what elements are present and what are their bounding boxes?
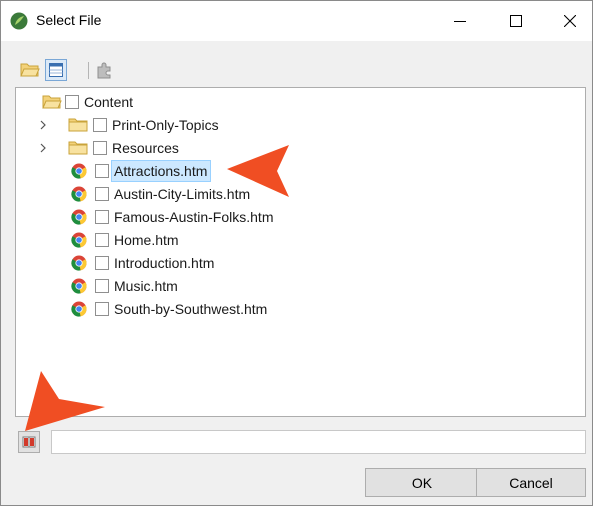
checkbox[interactable]	[93, 141, 107, 155]
tree-item-label: South-by-Southwest.htm	[114, 301, 268, 317]
tree-item-label: Content	[84, 94, 134, 110]
tree-item-label: Music.htm	[114, 278, 178, 294]
tree-item-label: Print-Only-Topics	[112, 117, 219, 133]
minimize-button[interactable]	[437, 1, 483, 41]
checkbox[interactable]	[65, 95, 79, 109]
table-view-icon	[49, 63, 63, 77]
chrome-icon	[71, 186, 87, 202]
checkbox[interactable]	[93, 118, 107, 132]
chrome-icon	[71, 209, 87, 225]
book-icon	[22, 436, 36, 448]
ok-button[interactable]: OK	[365, 468, 479, 497]
maximize-icon	[510, 15, 522, 27]
open-folder-icon	[20, 63, 40, 77]
tree-folder-print-only-topics[interactable]: Print-Only-Topics	[68, 114, 223, 136]
path-bar	[15, 429, 586, 455]
checkbox[interactable]	[95, 302, 109, 316]
tree-file-famous-austin-folks[interactable]: Famous-Austin-Folks.htm	[71, 206, 277, 228]
checkbox[interactable]	[95, 187, 109, 201]
folder-icon	[68, 141, 88, 155]
select-file-dialog: Select File Content Print-Only-Topics Re…	[0, 0, 593, 506]
tree-root-content[interactable]: Content	[42, 91, 137, 113]
book-button[interactable]	[18, 431, 40, 453]
tree-item-label: Home.htm	[114, 232, 179, 248]
title-bar: Select File	[1, 1, 592, 41]
file-tree[interactable]: Content Print-Only-Topics Resources Attr…	[15, 87, 586, 417]
checkbox[interactable]	[95, 256, 109, 270]
checkbox[interactable]	[95, 210, 109, 224]
callout-arrow-icon	[25, 371, 105, 431]
checkbox[interactable]	[95, 164, 109, 178]
expand-chevron-icon[interactable]	[38, 119, 48, 131]
folder-icon	[68, 118, 88, 132]
chrome-icon	[71, 278, 87, 294]
callout-arrow-icon	[227, 145, 289, 197]
maximize-button[interactable]	[493, 1, 539, 41]
minimize-icon	[454, 21, 466, 22]
puzzle-icon	[97, 62, 111, 79]
open-folder-icon	[42, 95, 62, 109]
puzzle-button[interactable]	[93, 59, 115, 81]
chrome-icon	[71, 163, 87, 179]
chrome-icon	[71, 255, 87, 271]
window-title: Select File	[36, 12, 102, 28]
toolbar-separator	[88, 62, 89, 79]
tree-file-attractions[interactable]: Attractions.htm	[71, 160, 212, 182]
cancel-button[interactable]: Cancel	[476, 468, 586, 497]
close-button[interactable]	[547, 1, 593, 41]
expand-chevron-icon[interactable]	[38, 142, 48, 154]
checkbox[interactable]	[95, 233, 109, 247]
open-folder-button[interactable]	[19, 59, 41, 81]
tree-file-introduction[interactable]: Introduction.htm	[71, 252, 218, 274]
tree-item-label: Famous-Austin-Folks.htm	[114, 209, 274, 225]
checkbox[interactable]	[95, 279, 109, 293]
tree-file-south-by-southwest[interactable]: South-by-Southwest.htm	[71, 298, 271, 320]
tree-item-label: Attractions.htm	[114, 163, 208, 179]
chrome-icon	[71, 232, 87, 248]
tree-folder-resources[interactable]: Resources	[68, 137, 183, 159]
toolbar	[15, 59, 215, 85]
tree-file-home[interactable]: Home.htm	[71, 229, 183, 251]
close-icon	[564, 15, 576, 27]
file-path-input[interactable]	[51, 430, 586, 454]
chrome-icon	[71, 301, 87, 317]
tree-file-music[interactable]: Music.htm	[71, 275, 182, 297]
tree-item-label: Introduction.htm	[114, 255, 215, 271]
table-view-button[interactable]	[45, 59, 67, 81]
app-logo-icon	[10, 12, 28, 30]
tree-item-label: Resources	[112, 140, 179, 156]
